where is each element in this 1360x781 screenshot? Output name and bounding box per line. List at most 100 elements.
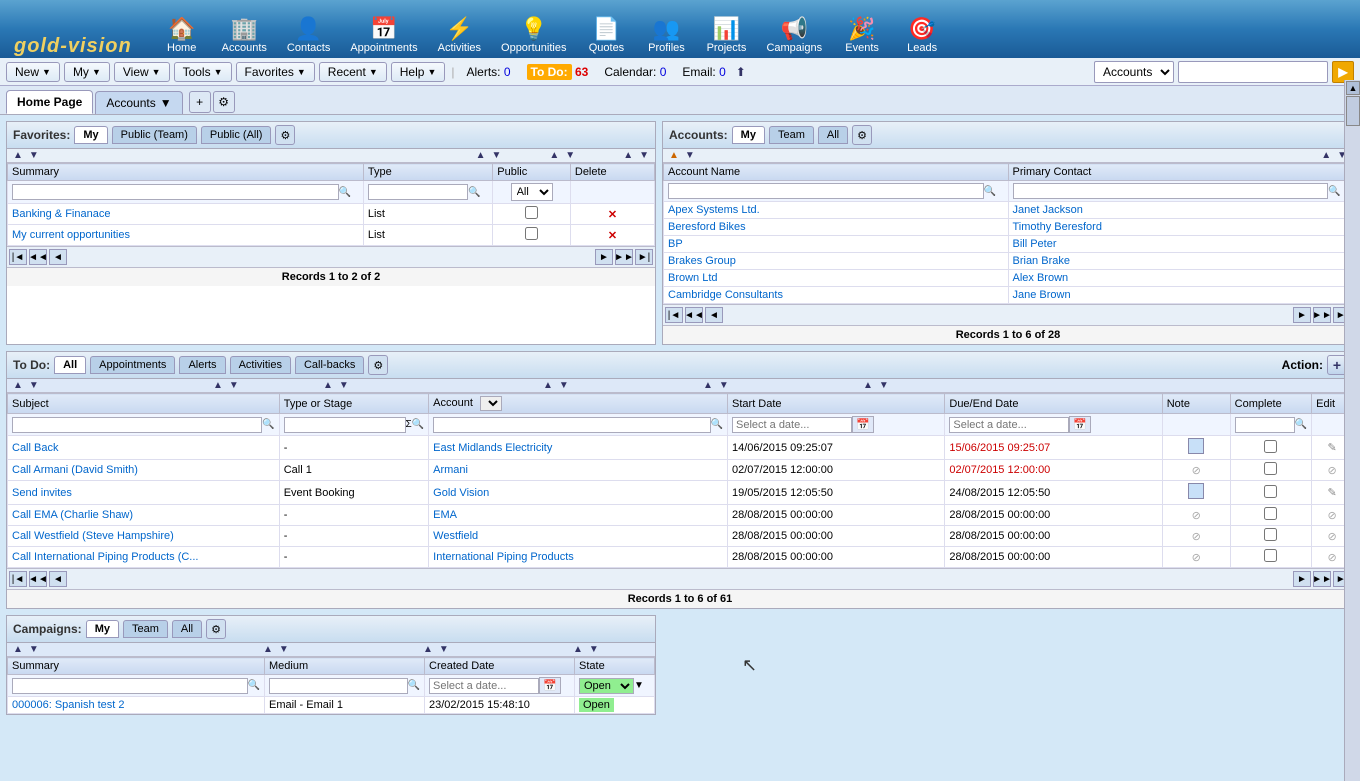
note-icon[interactable] [1188, 483, 1204, 499]
todo-filter-account[interactable] [433, 417, 710, 433]
help-button[interactable]: Help ▼ [391, 62, 446, 82]
fav-col-up2-btn[interactable]: ▲ [474, 150, 488, 161]
camp-summary-link[interactable]: 000006: Spanish test 2 [12, 699, 125, 711]
todo-complete-checkbox[interactable] [1264, 462, 1277, 475]
todo-account-link[interactable]: Armani [433, 464, 468, 476]
calendar-count[interactable]: 0 [660, 65, 667, 79]
todo-filter-type[interactable] [284, 417, 406, 433]
acc-contact-link[interactable]: Alex Brown [1013, 272, 1069, 284]
todo-edit-btn[interactable]: ⊘ [1327, 510, 1336, 522]
fav-prev-btn[interactable]: ◄ [49, 249, 67, 265]
scroll-thumb[interactable] [1346, 96, 1360, 126]
todo-account-link[interactable]: Gold Vision [433, 487, 489, 499]
accounts-tab-all[interactable]: All [818, 126, 848, 144]
nav-projects[interactable]: 📊 Projects [696, 12, 756, 58]
todo-tab-activities[interactable]: Activities [230, 356, 291, 374]
favorites-tab-my[interactable]: My [74, 126, 107, 144]
camp-sum-up[interactable]: ▲ [11, 644, 25, 655]
todo-filter-complete[interactable] [1235, 417, 1295, 433]
todo-tab-callbacks[interactable]: Call-backs [295, 356, 364, 374]
todo-settings-button[interactable]: ⚙ [368, 355, 388, 375]
acc-first-btn[interactable]: |◄ [665, 307, 683, 323]
todo-first-btn[interactable]: |◄ [9, 571, 27, 587]
favorites-tab-public-team[interactable]: Public (Team) [112, 126, 197, 144]
fav-col-down3-btn[interactable]: ▼ [563, 150, 577, 161]
todo-edit-btn[interactable]: ⊘ [1327, 552, 1336, 564]
todo-account-link[interactable]: International Piping Products [433, 551, 574, 563]
nav-quotes[interactable]: 📄 Quotes [576, 12, 636, 58]
todo-subj-up[interactable]: ▲ [11, 380, 25, 391]
todo-subject-link[interactable]: Call EMA (Charlie Shaw) [12, 509, 133, 521]
acc-filter-contact[interactable] [1013, 183, 1329, 199]
todo-filter-start-date[interactable] [732, 417, 852, 433]
fav-delete-btn[interactable]: ✕ [608, 230, 617, 242]
fav-summary-link[interactable]: My current opportunities [12, 229, 130, 241]
acc-prev-page-btn[interactable]: ◄◄ [685, 307, 703, 323]
camp-sum-down[interactable]: ▼ [27, 644, 41, 655]
camp-filter-summary[interactable] [12, 678, 248, 694]
fav-col-down-btn[interactable]: ▼ [27, 150, 41, 161]
fav-next-page-btn[interactable]: ►► [615, 249, 633, 265]
todo-tab-alerts[interactable]: Alerts [179, 356, 225, 374]
view-button[interactable]: View ▼ [114, 62, 170, 82]
todo-start-cal-btn[interactable]: 📅 [852, 416, 874, 433]
acc-account-link[interactable]: Brakes Group [668, 255, 736, 267]
fav-col-up3-btn[interactable]: ▲ [547, 150, 561, 161]
camp-date-cal-btn[interactable]: 📅 [539, 677, 561, 694]
fav-col-up4-btn[interactable]: ▲ [621, 150, 635, 161]
camp-med-down[interactable]: ▼ [277, 644, 291, 655]
todo-subject-link[interactable]: Call Westfield (Steve Hampshire) [12, 530, 174, 542]
tab-accounts[interactable]: Accounts ▼ [95, 91, 182, 114]
fav-col-down4-btn[interactable]: ▼ [637, 150, 651, 161]
acc-contact-link[interactable]: Brian Brake [1013, 255, 1070, 267]
nav-accounts[interactable]: 🏢 Accounts [212, 12, 277, 58]
fav-prev-page-btn[interactable]: ◄◄ [29, 249, 47, 265]
todo-type-up[interactable]: ▲ [211, 380, 225, 391]
acc-account-link[interactable]: Apex Systems Ltd. [668, 204, 760, 216]
todo-count[interactable]: 63 [575, 65, 588, 79]
campaigns-tab-my[interactable]: My [86, 620, 119, 638]
todo-account-link[interactable]: EMA [433, 509, 457, 521]
campaigns-settings-button[interactable]: ⚙ [206, 619, 226, 639]
todo-next-btn[interactable]: ► [1293, 571, 1311, 587]
acc-account-link[interactable]: Beresford Bikes [668, 221, 746, 233]
todo-complete-checkbox[interactable] [1264, 549, 1277, 562]
camp-state-up[interactable]: ▲ [571, 644, 585, 655]
nav-home[interactable]: 🏠 Home [152, 12, 212, 58]
fav-filter-summary[interactable] [12, 184, 339, 200]
my-button[interactable]: My ▼ [64, 62, 110, 82]
search-category-select[interactable]: Accounts Contacts Activities [1094, 61, 1174, 83]
fav-filter-public-select[interactable]: AllYesNo [511, 183, 553, 201]
fav-last-btn[interactable]: ►| [635, 249, 653, 265]
todo-next-page-btn[interactable]: ►► [1313, 571, 1331, 587]
camp-med-up[interactable]: ▲ [261, 644, 275, 655]
fav-summary-link[interactable]: Banking & Finanace [12, 208, 110, 220]
todo-prev-page-btn[interactable]: ◄◄ [29, 571, 47, 587]
tools-button[interactable]: Tools ▼ [174, 62, 232, 82]
vertical-scrollbar[interactable]: ▲ [1344, 80, 1360, 781]
campaigns-tab-all[interactable]: All [172, 620, 202, 638]
note-icon[interactable] [1188, 438, 1204, 454]
todo-prev-btn[interactable]: ◄ [49, 571, 67, 587]
scroll-up-btn[interactable]: ▲ [1346, 81, 1360, 95]
todo-complete-checkbox[interactable] [1264, 528, 1277, 541]
acc-next-page-btn[interactable]: ►► [1313, 307, 1331, 323]
todo-acc-up[interactable]: ▲ [321, 380, 335, 391]
recent-button[interactable]: Recent ▼ [319, 62, 387, 82]
todo-subject-link[interactable]: Call Back [12, 442, 58, 454]
acc-contact-link[interactable]: Timothy Beresford [1013, 221, 1102, 233]
email-count[interactable]: 0 [719, 65, 726, 79]
todo-due-down[interactable]: ▼ [717, 380, 731, 391]
favorites-tab-public-all[interactable]: Public (All) [201, 126, 272, 144]
acc-col-up-btn[interactable]: ▲ [667, 150, 681, 161]
campaigns-tab-team[interactable]: Team [123, 620, 168, 638]
acc-contact-link[interactable]: Janet Jackson [1013, 204, 1083, 216]
todo-account-link[interactable]: Westfield [433, 530, 478, 542]
todo-subject-link[interactable]: Call International Piping Products (C... [12, 551, 198, 563]
accounts-tab-team[interactable]: Team [769, 126, 814, 144]
camp-state-down[interactable]: ▼ [587, 644, 601, 655]
todo-due-cal-btn[interactable]: 📅 [1069, 416, 1091, 433]
fav-public-checkbox[interactable] [525, 206, 538, 219]
add-tab-button[interactable]: + [189, 91, 211, 113]
todo-subject-link[interactable]: Send invites [12, 487, 72, 499]
